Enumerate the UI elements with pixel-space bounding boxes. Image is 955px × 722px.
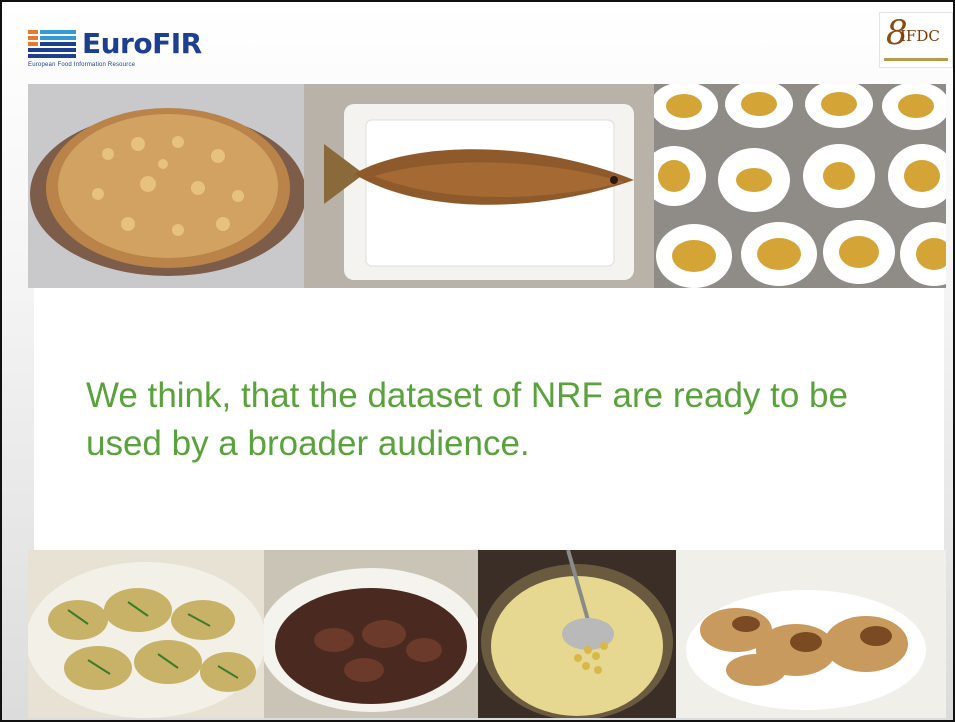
slide: EuroFIR European Food Information Resour… bbox=[0, 0, 955, 722]
eurofir-logo-icon bbox=[28, 30, 76, 58]
potato-plates-photo bbox=[654, 84, 946, 288]
statement-text: We think, that the dataset of NRF are re… bbox=[86, 376, 848, 463]
roast-chicken-photo bbox=[676, 550, 946, 718]
grilled-fish-photo bbox=[304, 84, 654, 288]
ifdc-conference-logo: 8 IFDC bbox=[879, 12, 953, 68]
ifdc-underline bbox=[884, 58, 948, 61]
meat-stew-photo bbox=[264, 550, 478, 718]
eurofir-logo: EuroFIR European Food Information Resour… bbox=[28, 24, 248, 72]
dumplings-photo bbox=[28, 550, 264, 718]
crumble-pie-photo bbox=[28, 84, 304, 288]
eurofir-tagline: European Food Information Resource bbox=[28, 62, 136, 68]
ifdc-label: IFDC bbox=[900, 27, 940, 45]
chickpea-soup-photo bbox=[478, 550, 676, 718]
statement-box: We think, that the dataset of NRF are re… bbox=[34, 288, 944, 550]
eurofir-wordmark: EuroFIR bbox=[82, 27, 202, 60]
